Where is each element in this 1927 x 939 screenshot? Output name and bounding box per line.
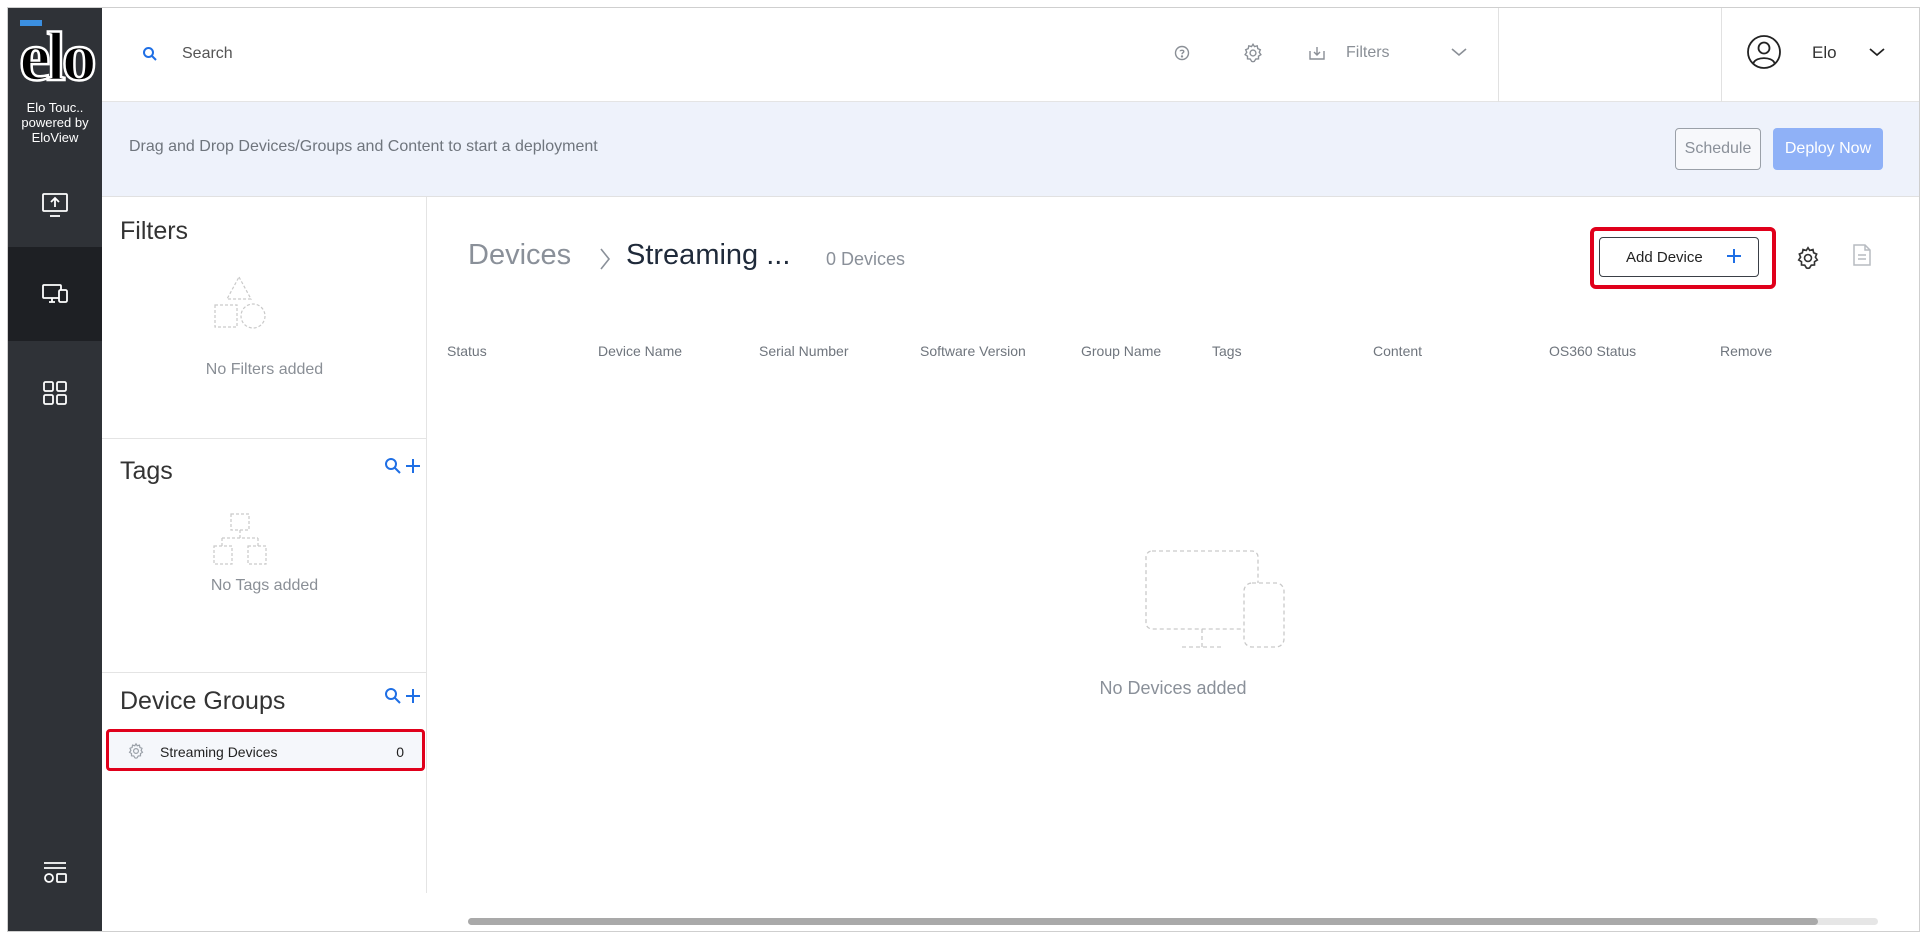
tags-actions [384, 457, 422, 475]
hierarchy-placeholder-icon [213, 513, 267, 565]
brand-powered: powered by [21, 115, 89, 130]
deploy-now-button[interactable]: Deploy Now [1773, 128, 1883, 170]
chevron-down-icon[interactable] [1868, 46, 1886, 58]
devices-empty-text: No Devices added [1099, 678, 1247, 698]
add-group-icon[interactable] [404, 687, 422, 705]
device-count: 0 Devices [826, 249, 906, 269]
top-bar: Filters Elo [102, 8, 1919, 102]
horizontal-scrollbar[interactable] [468, 918, 1878, 925]
left-rail: elo Elo Touc.. powered by EloView [8, 8, 102, 931]
tags-section: Tags No Tags added [102, 439, 427, 672]
schedule-button[interactable]: Schedule [1675, 128, 1761, 170]
left-panel: Filters No Filters added Tags No Tags ad… [102, 197, 427, 893]
column-header[interactable]: Software Version [920, 343, 1026, 359]
chevron-right-icon [600, 248, 611, 270]
search-input[interactable] [182, 40, 782, 68]
topbar-divider [1498, 8, 1499, 102]
filters-section: Filters No Filters added [102, 197, 427, 438]
column-header[interactable]: Device Name [598, 343, 682, 359]
column-header[interactable]: Serial Number [759, 343, 848, 359]
group-settings-icon[interactable] [127, 742, 145, 760]
gear-icon[interactable] [1242, 42, 1264, 64]
devices-placeholder-icon [1145, 550, 1285, 648]
devices-table-header: Status Device Name Serial Number Softwar… [447, 343, 1878, 363]
plus-icon [1727, 249, 1741, 263]
rail-item-settings[interactable] [8, 826, 102, 920]
shapes-placeholder-icon [214, 275, 266, 329]
export-document-icon[interactable] [1852, 243, 1872, 267]
search-tags-icon[interactable] [384, 457, 402, 475]
device-groups-title: Device Groups [120, 687, 286, 715]
add-device-button[interactable]: Add Device [1599, 237, 1759, 277]
breadcrumb-devices[interactable]: Devices [468, 239, 571, 272]
grid-icon [43, 381, 67, 405]
brand-name: Elo Touc.. [26, 100, 84, 115]
deploy-instructions: Drag and Drop Devices/Groups and Content… [129, 138, 598, 155]
filters-empty-text: No Filters added [205, 361, 324, 378]
upload-screen-icon [42, 193, 68, 217]
help-icon[interactable] [1174, 45, 1190, 61]
add-tag-icon[interactable] [404, 457, 422, 475]
search-icon [143, 47, 157, 61]
elo-logo: elo [16, 18, 100, 98]
filters-title: Filters [120, 217, 189, 245]
main-content: Devices Streaming ... 0 Devices Add Devi… [428, 197, 1919, 931]
download-filter-icon[interactable] [1308, 45, 1326, 61]
scrollbar-thumb[interactable] [468, 918, 1818, 925]
devices-icon [42, 284, 68, 303]
svg-text:elo: elo [19, 19, 95, 92]
group-count: 0 [396, 744, 404, 760]
tags-title: Tags [120, 457, 173, 485]
device-group-item[interactable]: Streaming Devices 0 [106, 729, 425, 771]
column-header[interactable]: Status [447, 343, 487, 359]
filters-dropdown-label[interactable]: Filters [1346, 44, 1390, 62]
add-device-label: Add Device [1626, 249, 1703, 266]
breadcrumb-group: Streaming ... [626, 239, 791, 271]
app-window: elo Elo Touc.. powered by EloView Search… [7, 7, 1920, 932]
tags-empty-text: No Tags added [210, 577, 319, 594]
column-header[interactable]: Group Name [1081, 343, 1161, 359]
column-header[interactable]: OS360 Status [1549, 343, 1636, 359]
column-header[interactable]: Remove [1720, 343, 1772, 359]
user-avatar-icon[interactable] [1746, 34, 1782, 70]
device-groups-section: Device Groups [102, 673, 427, 723]
brand-text: Elo Touc.. powered by EloView [8, 100, 102, 145]
device-groups-actions [384, 687, 422, 705]
column-header[interactable]: Content [1373, 343, 1422, 359]
table-settings-icon[interactable] [1795, 245, 1821, 271]
deploy-banner: Drag and Drop Devices/Groups and Content… [102, 102, 1919, 197]
rail-item-apps[interactable] [8, 346, 102, 440]
topbar-divider [1721, 8, 1722, 102]
layout-settings-icon [44, 862, 67, 883]
rail-item-deploy[interactable] [8, 158, 102, 252]
rail-item-devices[interactable] [8, 247, 102, 341]
column-header[interactable]: Tags [1212, 343, 1242, 359]
chevron-down-icon[interactable] [1450, 46, 1468, 58]
brand-eloview: EloView [31, 130, 79, 145]
search-groups-icon[interactable] [384, 687, 402, 705]
user-name[interactable]: Elo [1812, 43, 1837, 63]
group-name: Streaming Devices [160, 744, 278, 760]
